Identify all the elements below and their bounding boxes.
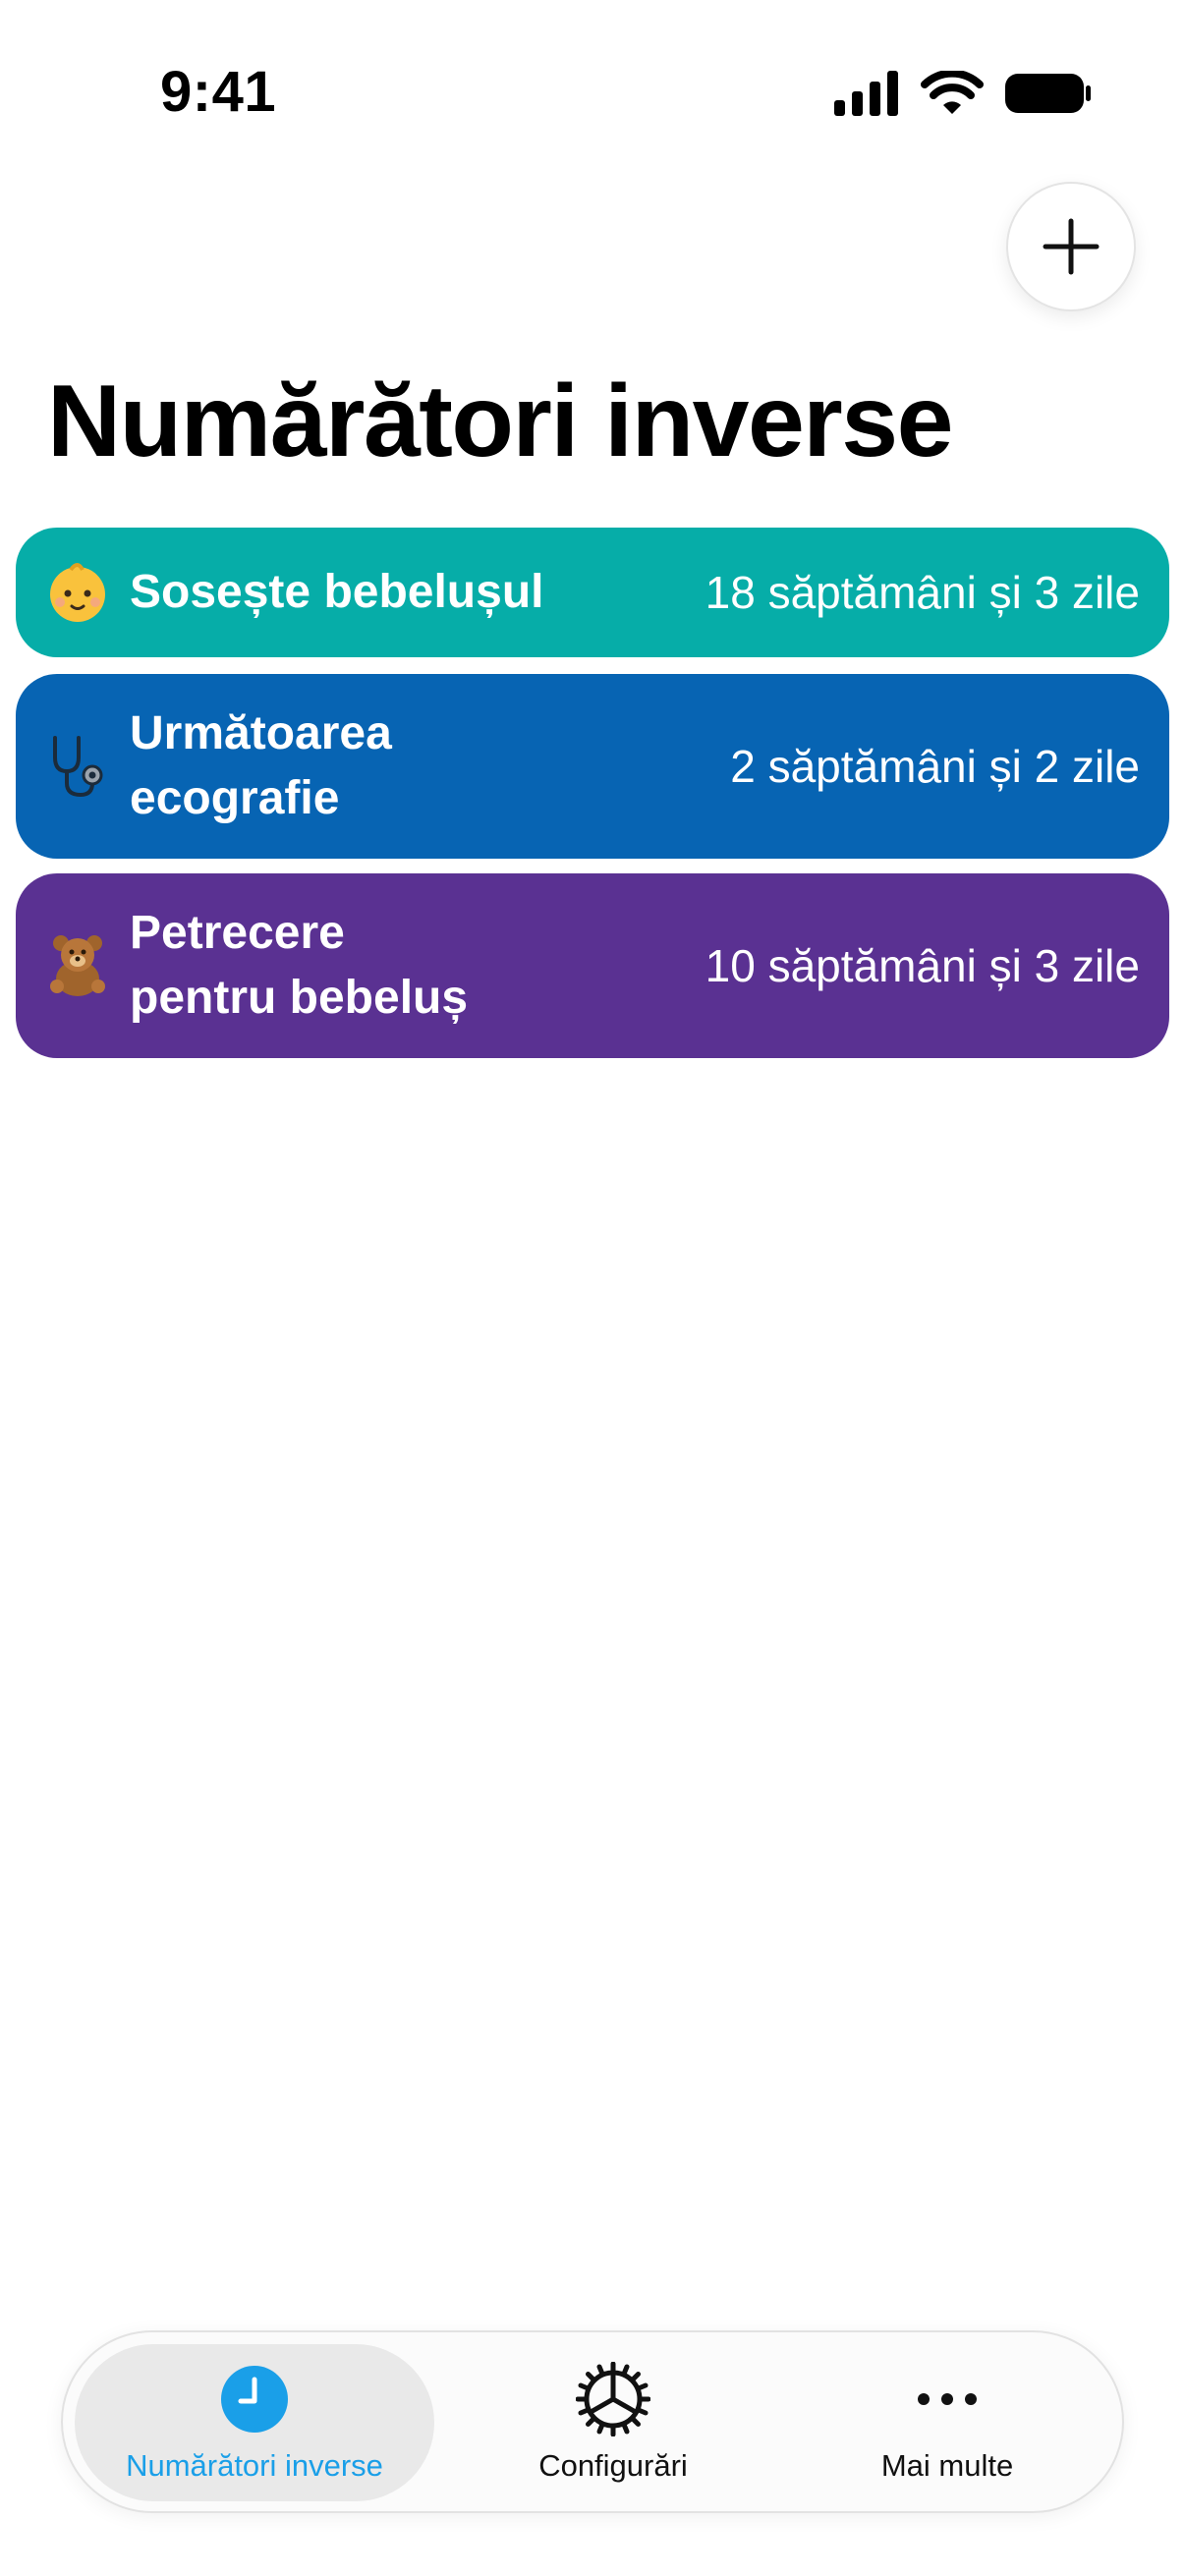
teddy-bear-icon <box>50 935 105 996</box>
tab-settings[interactable]: Configurări <box>456 2344 770 2501</box>
countdown-title: Sosește bebelușul <box>130 566 544 618</box>
stethoscope-icon <box>53 736 103 798</box>
battery-icon <box>1005 74 1091 113</box>
gear-icon <box>576 2362 650 2436</box>
status-time: 9:41 <box>160 60 277 124</box>
tab-label: Numărători inverse <box>126 2448 383 2483</box>
cellular-signal-icon <box>834 71 898 116</box>
plus-icon <box>1043 218 1100 275</box>
countdown-title: Următoarea ecografie <box>130 707 392 824</box>
status-icons <box>834 71 1092 116</box>
tab-countdowns[interactable]: Numărători inverse <box>75 2344 434 2501</box>
countdown-card-baby-arrives[interactable]: Sosește bebelușul 18 săptămâni și 3 zile <box>16 528 1169 657</box>
tab-label: Mai multe <box>880 2448 1014 2483</box>
tab-more[interactable]: Mai multe <box>790 2344 1104 2501</box>
ellipsis-icon <box>918 2393 977 2405</box>
page-title: Numărători inverse <box>47 364 953 478</box>
countdown-time-left: 10 săptămâni și 3 zile <box>705 940 1140 991</box>
tab-bar: Numărători inverse Configurări Mai multe <box>61 2330 1124 2513</box>
clock-icon <box>221 2366 288 2433</box>
tab-label: Configurări <box>538 2448 688 2483</box>
countdown-time-left: 2 săptămâni și 2 zile <box>730 741 1140 792</box>
add-countdown-button[interactable] <box>1006 182 1136 311</box>
countdown-card-baby-shower[interactable]: Petrecere pentru bebeluș 10 săptămâni și… <box>16 873 1169 1058</box>
countdown-title: Petrecere pentru bebeluș <box>130 907 469 1024</box>
countdowns-screen: 9:41 Numărători inverse Sosește bebelușu… <box>0 0 1185 2576</box>
baby-face-icon <box>50 563 105 622</box>
countdown-time-left: 18 săptămâni și 3 zile <box>705 567 1140 618</box>
countdown-card-next-ultrasound[interactable]: Următoarea ecografie 2 săptămâni și 2 zi… <box>16 674 1169 859</box>
wifi-icon <box>921 71 984 114</box>
